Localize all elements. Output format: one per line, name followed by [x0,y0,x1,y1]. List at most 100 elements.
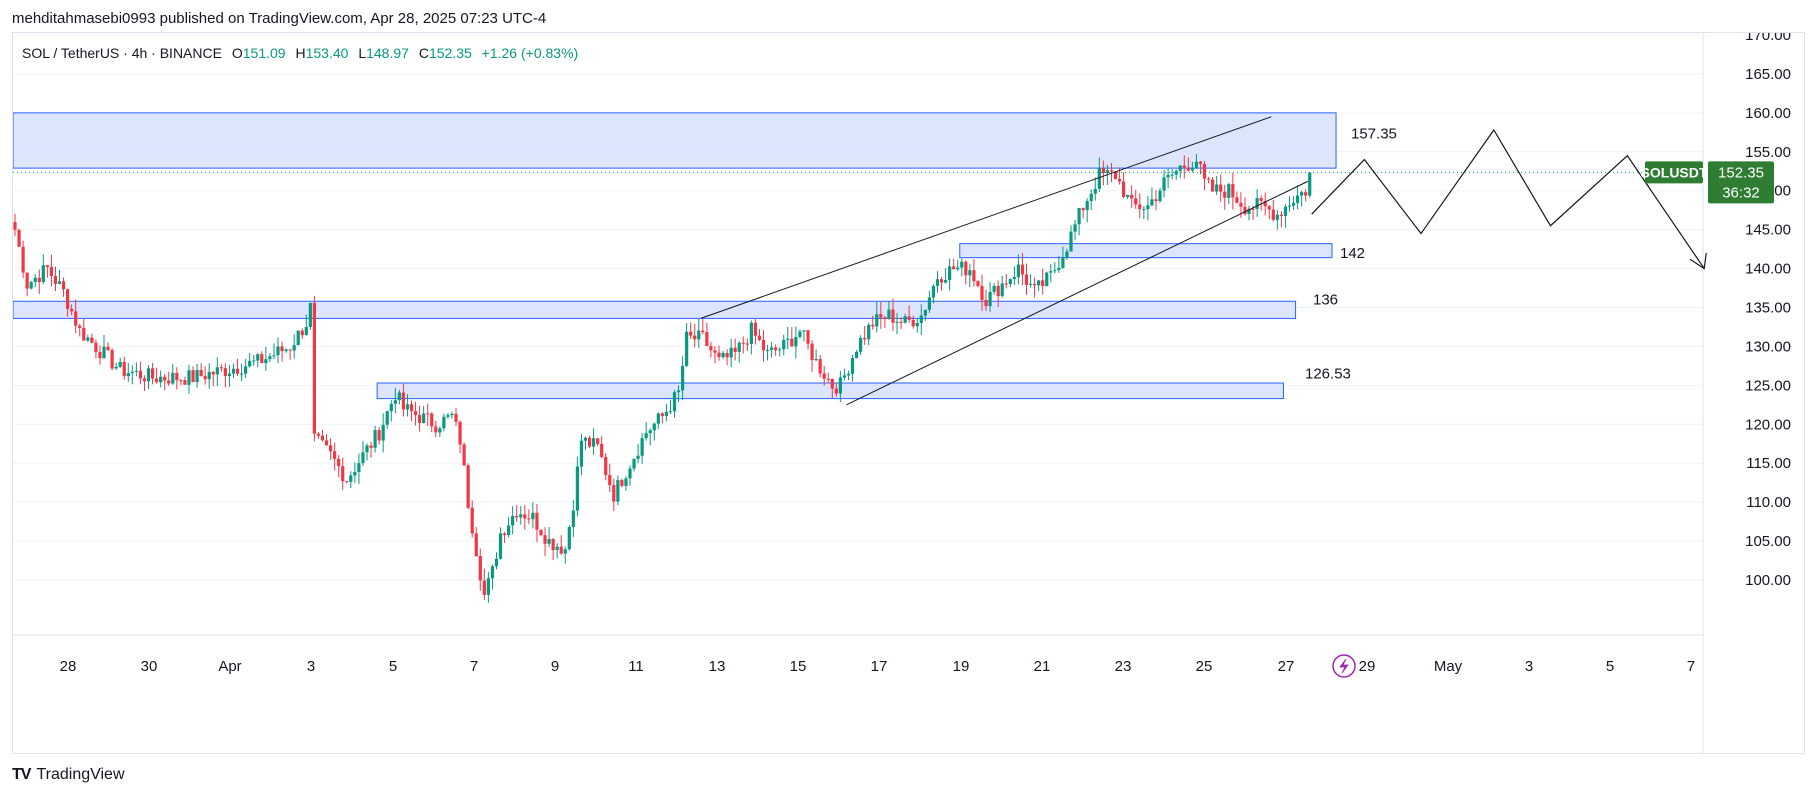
candle-body [822,373,826,379]
candle-body [1089,193,1093,202]
x-tick-label: 11 [628,658,644,675]
candle-body [397,392,401,401]
candle-body [1295,195,1300,203]
candle-body [41,265,45,283]
candle-body [846,373,851,376]
change-value: +1.26 (+0.83%) [481,45,579,61]
candle-body [640,438,644,456]
candle-body [567,526,571,550]
candle-body [1291,202,1296,206]
candle-body [519,514,523,518]
candle-body [616,480,620,502]
candle-body [1259,198,1263,201]
x-tick-label: 9 [551,658,559,675]
candle-body [86,337,90,341]
candle-body [33,277,37,283]
candle-body [1045,272,1049,287]
candle-body [814,358,818,361]
candle-body [276,346,280,356]
candle-body [353,471,357,476]
candle-body [761,339,766,351]
candle-body [1190,167,1194,171]
candle-body [422,413,426,423]
candle-body [231,368,236,374]
candle-body [741,342,745,344]
y-tick-label: 145.00 [1745,222,1791,239]
candle-body [583,437,588,441]
candle-body [1283,206,1288,217]
candle-body [324,440,329,446]
candle-body [1170,174,1174,176]
candle-body [1239,202,1243,207]
candle-body [1279,214,1283,217]
candle-body [284,349,288,352]
candle-body [316,433,321,436]
candle-body [733,347,737,352]
publish-line: mehditahmasebi0993 published on TradingV… [12,10,547,27]
candle-body [1057,267,1061,271]
candle-body [774,347,778,351]
candle-body [195,370,199,383]
candle-body [713,350,717,353]
candle-body [37,277,41,283]
x-tick-label: 7 [470,658,478,675]
candle-body [215,367,219,375]
candle-body [78,325,82,328]
candle-body [175,372,179,381]
x-tick-label: May [1434,658,1463,675]
candle-body [122,361,126,377]
y-tick-label: 110.00 [1746,494,1791,511]
candle-body [365,445,369,453]
candle-body [608,474,612,486]
candle-body [579,440,584,467]
open-label: O [231,45,243,61]
candle-body [1032,283,1037,286]
candle-body [964,261,968,276]
candle-body [527,518,531,520]
candle-body [737,342,741,352]
candle-body [644,433,648,439]
candle-body [834,388,838,394]
candle-body [1016,264,1021,278]
candle-body [345,481,349,483]
candle-body [248,360,252,367]
candle-body [239,373,244,375]
candle-body [1138,204,1142,210]
candle-body [191,370,195,383]
candle-body [1146,205,1150,210]
candle-body [620,480,624,486]
candle-body [1166,174,1170,178]
candle-body [126,373,130,377]
candle-body [523,514,527,519]
candle-body [802,330,806,332]
channel-lower-line [846,180,1308,406]
candle-body [256,354,260,361]
candle-body [466,465,470,508]
candle-body [167,380,171,384]
x-tick-label: 7 [1687,658,1695,675]
candle-body [320,435,325,441]
candle-body [648,430,652,434]
candle-body [102,346,106,359]
x-tick-label: 13 [709,658,726,675]
candle-body [911,319,915,327]
candle-body [312,302,317,434]
zone-label: 126.53 [1305,365,1351,382]
y-tick-label: 130.00 [1745,338,1791,355]
candle-body [163,376,167,381]
x-tick-label: 29 [1359,658,1376,675]
candle-body [907,316,911,320]
candle-body [1235,197,1239,203]
candle-body [1243,206,1247,214]
candle-body [636,455,640,459]
candle-body [984,299,988,307]
candle-body [1223,191,1227,198]
candle-body [948,266,952,280]
candle-body [782,339,786,350]
candle-body [871,324,875,327]
candle-body [770,347,774,350]
candlestick-chart[interactable]: 157.35 142 136 126.53 170.00 165.00 160.00 155.… [13,33,1804,753]
symbol-title[interactable]: SOL / TetherUS · 4h · BINANCE [22,45,222,61]
candle-body [498,533,503,559]
chart-frame[interactable]: 157.35 142 136 126.53 170.00 165.00 160.00 155.… [12,32,1805,754]
